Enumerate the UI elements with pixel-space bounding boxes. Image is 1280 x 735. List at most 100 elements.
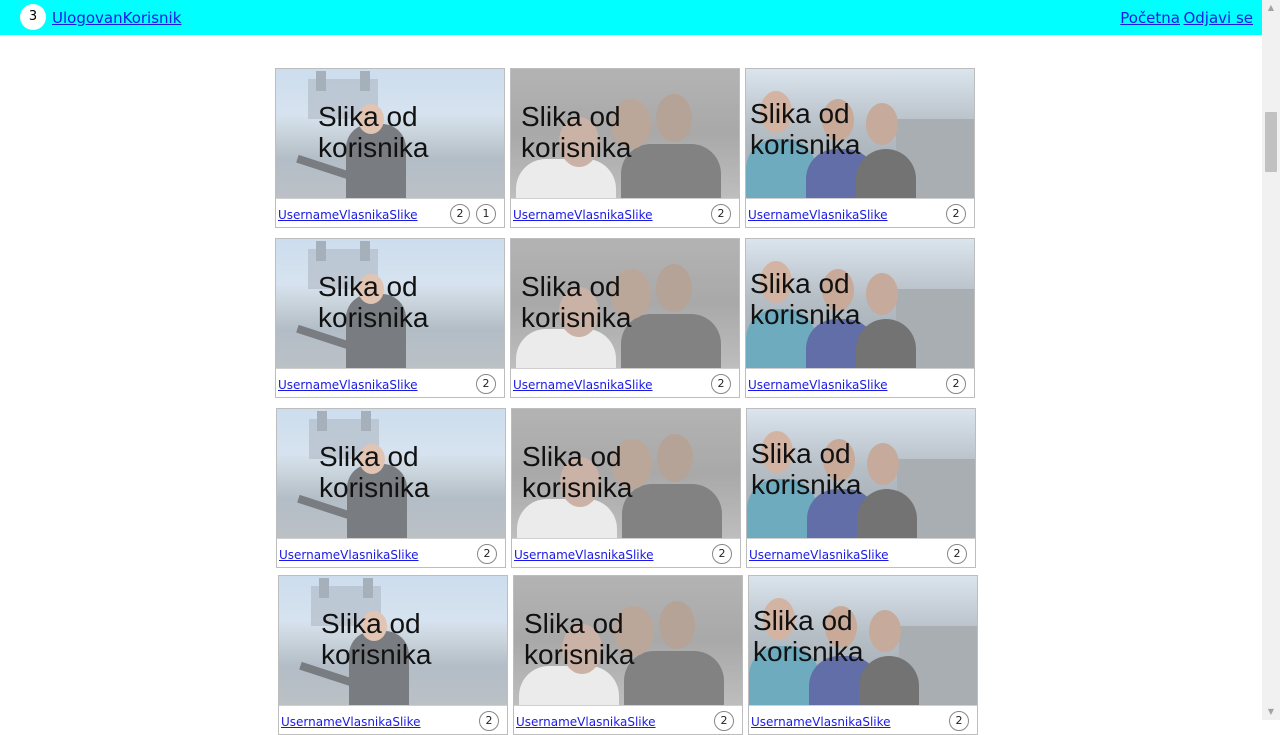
notification-badge[interactable]: 3	[20, 4, 46, 30]
photo-card[interactable]: Slika od korisnika UsernameVlasnikaSlike 2	[745, 68, 975, 228]
photo-caption-line: Slika od	[521, 101, 621, 132]
photo-caption-line: Slika od	[522, 441, 622, 472]
photo-caption-line: Slika od	[750, 268, 850, 299]
photo-card[interactable]: Slika od korisnika UsernameVlasnikaSlike 2	[746, 408, 976, 568]
owner-username-link[interactable]: UsernameVlasnikaSlike	[751, 715, 891, 729]
photo-caption: Slika od korisnika	[321, 608, 431, 670]
photo-caption-line: korisnika	[750, 299, 861, 330]
card-footer: UsernameVlasnikaSlike 2	[749, 705, 977, 734]
rooftop-friends-photo[interactable]: Slika od korisnika	[749, 576, 977, 705]
photo-caption-line: Slika od	[753, 605, 853, 636]
photo-caption: Slika od korisnika	[521, 271, 631, 333]
owner-username-link[interactable]: UsernameVlasnikaSlike	[749, 548, 889, 562]
card-footer: UsernameVlasnikaSlike 2	[279, 705, 507, 734]
photo-caption-line: Slika od	[318, 101, 418, 132]
photo-caption-line: korisnika	[753, 636, 864, 667]
card-footer: UsernameVlasnikaSlike 2	[511, 368, 739, 397]
scrollbar-thumb[interactable]	[1265, 112, 1277, 172]
card-footer: UsernameVlasnikaSlike 2 1	[276, 198, 504, 227]
photo-caption-line: Slika od	[319, 441, 419, 472]
owner-username-link[interactable]: UsernameVlasnikaSlike	[748, 208, 888, 222]
tower-bridge-photo[interactable]: Slika od korisnika	[276, 239, 504, 368]
photo-card[interactable]: Slika od korisnika UsernameVlasnikaSlike 2	[275, 238, 505, 398]
like-count-badge[interactable]: 2	[712, 544, 732, 564]
photo-card[interactable]: Slika od korisnika UsernameVlasnikaSlike 2	[513, 575, 743, 735]
card-footer: UsernameVlasnikaSlike 2	[512, 538, 740, 567]
like-count-badge[interactable]: 2	[946, 204, 966, 224]
owner-username-link[interactable]: UsernameVlasnikaSlike	[281, 715, 421, 729]
like-count-badge[interactable]: 2	[479, 711, 499, 731]
photo-caption-line: korisnika	[751, 469, 862, 500]
photo-caption: Slika od korisnika	[521, 101, 631, 163]
group-selfie-photo[interactable]: Slika od korisnika	[512, 409, 740, 538]
photo-caption-line: Slika od	[751, 438, 851, 469]
rooftop-friends-photo[interactable]: Slika od korisnika	[746, 239, 974, 368]
photo-caption-line: korisnika	[521, 302, 632, 333]
group-selfie-photo[interactable]: Slika od korisnika	[511, 239, 739, 368]
photo-card[interactable]: Slika od korisnika UsernameVlasnikaSlike 2	[748, 575, 978, 735]
photo-caption-line: korisnika	[750, 129, 861, 160]
home-link[interactable]: Početna	[1120, 9, 1180, 27]
top-nav-bar: 3 UlogovanKorisnik Početna Odjavi se	[0, 0, 1262, 35]
logged-user-link[interactable]: UlogovanKorisnik	[52, 9, 181, 27]
rooftop-friends-photo[interactable]: Slika od korisnika	[746, 69, 974, 198]
owner-username-link[interactable]: UsernameVlasnikaSlike	[513, 378, 653, 392]
card-footer: UsernameVlasnikaSlike 2	[277, 538, 505, 567]
photo-card[interactable]: Slika od korisnika UsernameVlasnikaSlike 2 1	[275, 68, 505, 228]
like-count-badge[interactable]: 2	[711, 374, 731, 394]
photo-caption-line: korisnika	[524, 639, 635, 670]
photo-card[interactable]: Slika od korisnika UsernameVlasnikaSlike 2	[276, 408, 506, 568]
like-count-badge[interactable]: 2	[450, 204, 470, 224]
like-count-badge[interactable]: 2	[476, 374, 496, 394]
like-count-badge[interactable]: 2	[714, 711, 734, 731]
scroll-up-arrow-icon[interactable]: ▲	[1262, 0, 1280, 16]
photo-card[interactable]: Slika od korisnika UsernameVlasnikaSlike 2	[745, 238, 975, 398]
photo-card[interactable]: Slika od korisnika UsernameVlasnikaSlike 2	[278, 575, 508, 735]
card-footer: UsernameVlasnikaSlike 2	[514, 705, 742, 734]
photo-caption-line: Slika od	[521, 271, 621, 302]
owner-username-link[interactable]: UsernameVlasnikaSlike	[516, 715, 656, 729]
photo-caption: Slika od korisnika	[318, 101, 428, 163]
owner-username-link[interactable]: UsernameVlasnikaSlike	[514, 548, 654, 562]
card-footer: UsernameVlasnikaSlike 2	[511, 198, 739, 227]
like-count-badge[interactable]: 2	[711, 204, 731, 224]
photo-caption-line: korisnika	[318, 132, 429, 163]
photo-caption: Slika od korisnika	[318, 271, 428, 333]
owner-username-link[interactable]: UsernameVlasnikaSlike	[513, 208, 653, 222]
logout-link[interactable]: Odjavi se	[1183, 9, 1253, 27]
owner-username-link[interactable]: UsernameVlasnikaSlike	[278, 378, 418, 392]
tower-bridge-photo[interactable]: Slika od korisnika	[277, 409, 505, 538]
card-footer: UsernameVlasnikaSlike 2	[746, 368, 974, 397]
scroll-down-arrow-icon[interactable]: ▼	[1262, 704, 1280, 720]
photo-caption: Slika od korisnika	[751, 438, 861, 500]
group-selfie-photo[interactable]: Slika od korisnika	[511, 69, 739, 198]
comment-count-badge[interactable]: 1	[476, 204, 496, 224]
photo-caption: Slika od korisnika	[750, 268, 860, 330]
photo-caption: Slika od korisnika	[522, 441, 632, 503]
card-footer: UsernameVlasnikaSlike 2	[746, 198, 974, 227]
photo-card[interactable]: Slika od korisnika UsernameVlasnikaSlike 2	[510, 238, 740, 398]
tower-bridge-photo[interactable]: Slika od korisnika	[276, 69, 504, 198]
card-footer: UsernameVlasnikaSlike 2	[276, 368, 504, 397]
photo-caption: Slika od korisnika	[319, 441, 429, 503]
photo-caption: Slika od korisnika	[750, 98, 860, 160]
photo-caption-line: Slika od	[524, 608, 624, 639]
owner-username-link[interactable]: UsernameVlasnikaSlike	[748, 378, 888, 392]
photo-card[interactable]: Slika od korisnika UsernameVlasnikaSlike 2	[511, 408, 741, 568]
photo-caption-line: korisnika	[319, 472, 430, 503]
photo-caption-line: Slika od	[750, 98, 850, 129]
rooftop-friends-photo[interactable]: Slika od korisnika	[747, 409, 975, 538]
like-count-badge[interactable]: 2	[949, 711, 969, 731]
group-selfie-photo[interactable]: Slika od korisnika	[514, 576, 742, 705]
owner-username-link[interactable]: UsernameVlasnikaSlike	[278, 208, 418, 222]
photo-caption-line: Slika od	[318, 271, 418, 302]
photo-caption-line: korisnika	[321, 639, 432, 670]
photo-caption: Slika od korisnika	[753, 605, 863, 667]
vertical-scrollbar[interactable]: ▲ ▼	[1262, 0, 1280, 720]
owner-username-link[interactable]: UsernameVlasnikaSlike	[279, 548, 419, 562]
tower-bridge-photo[interactable]: Slika od korisnika	[279, 576, 507, 705]
like-count-badge[interactable]: 2	[947, 544, 967, 564]
photo-card[interactable]: Slika od korisnika UsernameVlasnikaSlike 2	[510, 68, 740, 228]
like-count-badge[interactable]: 2	[477, 544, 497, 564]
like-count-badge[interactable]: 2	[946, 374, 966, 394]
